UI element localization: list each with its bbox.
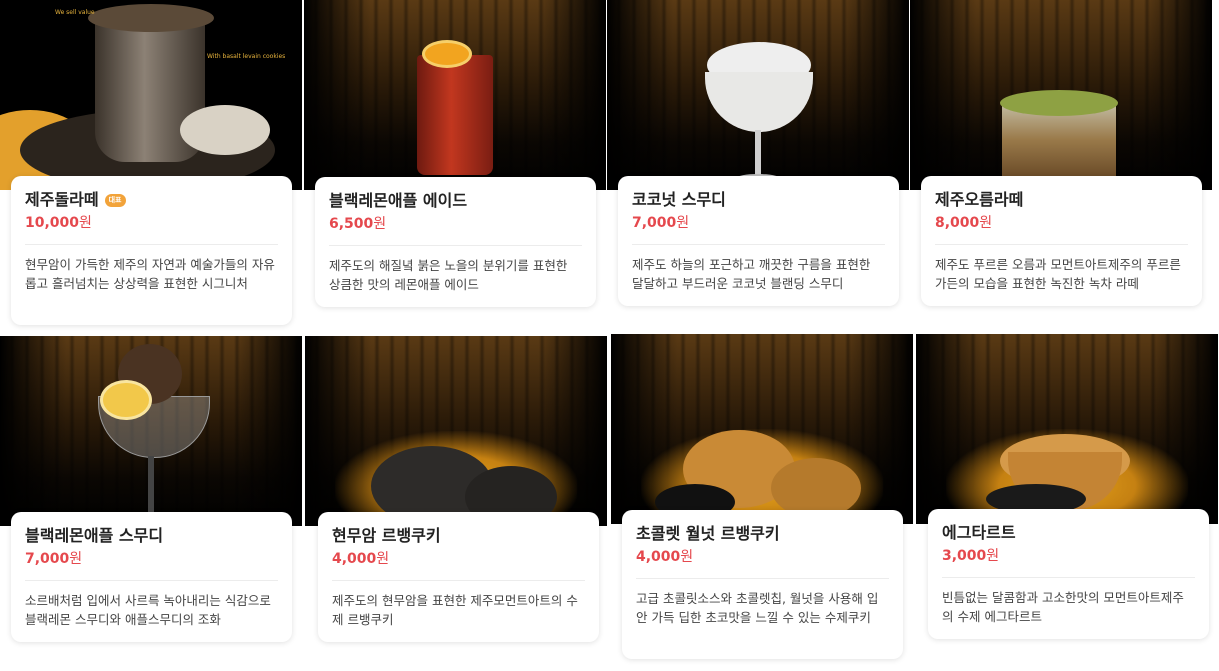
price-unit: 원 xyxy=(979,215,993,231)
chocolate-cookie-icon xyxy=(611,334,913,524)
price-value: 10,000 xyxy=(25,215,80,231)
product-description: 고급 초콜릿소스와 초콜렛칩, 월넛을 사용해 입안 가득 딥한 초코맛을 느낄… xyxy=(636,591,879,625)
divider xyxy=(332,580,585,581)
product-card-7[interactable]: 초콜렛 월넛 르뱅쿠키 4,000원 고급 초콜릿소스와 초콜렛칩, 월넛을 사… xyxy=(622,510,903,659)
product-card-5[interactable]: 블랙레몬애플 스무디 7,000원 소르배처럼 입에서 사르륵 녹아내리는 식감… xyxy=(11,512,292,642)
divider xyxy=(25,244,278,245)
divider xyxy=(632,244,885,245)
signature-badge: 대표 xyxy=(104,193,126,207)
price-unit: 원 xyxy=(79,215,92,231)
product-image-6[interactable] xyxy=(305,336,607,526)
product-name: 블랙레몬애플 스무디 xyxy=(25,526,164,545)
price-unit: 원 xyxy=(376,551,390,567)
product-description: 제주도 푸르른 오름과 모먼트아트제주의 푸르른 가든의 모습을 표현한 녹진한… xyxy=(935,257,1181,291)
price-unit: 원 xyxy=(676,215,690,231)
product-description: 빈틈없는 달콤함과 고소한맛의 모먼트아트제주의 수제 에그타르트 xyxy=(942,590,1184,624)
green-tea-latte-icon xyxy=(910,0,1212,190)
product-image-1[interactable]: We sell value With basalt levain cookies xyxy=(0,0,302,190)
price-value: 3,000 xyxy=(942,548,987,564)
stone-latte-icon xyxy=(0,0,302,190)
product-image-8[interactable] xyxy=(916,334,1218,524)
product-price: 4,000원 xyxy=(332,550,585,568)
product-name: 초콜렛 월넛 르뱅쿠키 xyxy=(636,524,780,543)
product-image-3[interactable] xyxy=(607,0,909,190)
product-name: 블랙레몬애플 에이드 xyxy=(329,191,468,210)
product-description: 제주도의 해질녘 붉은 노을의 분위기를 표현한 상큼한 맛의 레몬애플 에이드 xyxy=(329,258,568,292)
product-card-4[interactable]: 제주오름라떼 8,000원 제주도 푸르른 오름과 모먼트아트제주의 푸르른 가… xyxy=(921,176,1202,306)
price-unit: 원 xyxy=(69,551,83,567)
price-value: 6,500 xyxy=(329,216,374,232)
product-image-4[interactable] xyxy=(910,0,1212,190)
black-smoothie-icon xyxy=(0,336,302,526)
coconut-smoothie-icon xyxy=(607,0,909,190)
divider xyxy=(636,578,889,579)
product-image-2[interactable] xyxy=(304,0,606,190)
price-value: 4,000 xyxy=(332,551,377,567)
product-name: 에그타르트 xyxy=(942,523,1016,542)
product-description: 현무암이 가득한 제주의 자연과 예술가들의 자유롭고 흘러넘치는 상상력을 표… xyxy=(25,257,275,291)
product-card-6[interactable]: 현무암 르뱅쿠키 4,000원 제주도의 현무암을 표현한 제주모먼트아트의 수… xyxy=(318,512,599,642)
product-price: 7,000원 xyxy=(632,214,885,232)
product-price: 6,500원 xyxy=(329,215,582,233)
product-description: 제주도 하늘의 포근하고 깨끗한 구름을 표현한 달달하고 부드러운 코코넛 블… xyxy=(632,257,871,291)
product-name: 현무암 르뱅쿠키 xyxy=(332,526,441,545)
product-price: 7,000원 xyxy=(25,550,278,568)
product-price: 3,000원 xyxy=(942,547,1195,565)
product-image-7[interactable] xyxy=(611,334,913,524)
product-card-2[interactable]: 블랙레몬애플 에이드 6,500원 제주도의 해질녘 붉은 노을의 분위기를 표… xyxy=(315,177,596,307)
product-description: 소르배처럼 입에서 사르륵 녹아내리는 식감으로 블랙레몬 스무디와 애플스무디… xyxy=(25,593,271,627)
price-unit: 원 xyxy=(373,216,387,232)
basalt-cookie-icon xyxy=(305,336,607,526)
price-value: 8,000 xyxy=(935,215,980,231)
divider xyxy=(942,577,1195,578)
product-price: 10,000원 xyxy=(25,214,278,232)
product-card-8[interactable]: 에그타르트 3,000원 빈틈없는 달콤함과 고소한맛의 모먼트아트제주의 수제… xyxy=(928,509,1209,639)
price-value: 7,000 xyxy=(632,215,677,231)
product-card-3[interactable]: 코코넛 스무디 7,000원 제주도 하늘의 포근하고 깨끗한 구름을 표현한 … xyxy=(618,176,899,306)
banner-text-right: With basalt levain cookies xyxy=(207,53,286,60)
price-value: 7,000 xyxy=(25,551,70,567)
egg-tart-icon xyxy=(916,334,1218,524)
product-name: 코코넛 스무디 xyxy=(632,190,726,209)
price-value: 4,000 xyxy=(636,549,681,565)
banner-text-left: We sell value xyxy=(55,9,95,16)
product-description: 제주도의 현무암을 표현한 제주모먼트아트의 수제 르뱅쿠키 xyxy=(332,593,578,627)
ade-glass-icon xyxy=(304,0,606,190)
price-unit: 원 xyxy=(986,548,1000,564)
divider xyxy=(935,244,1188,245)
product-name: 제주오름라떼 xyxy=(935,190,1024,209)
product-name: 제주돌라떼 xyxy=(25,190,99,209)
product-price: 4,000원 xyxy=(636,548,889,566)
price-unit: 원 xyxy=(680,549,694,565)
divider xyxy=(25,580,278,581)
product-image-5[interactable] xyxy=(0,336,302,526)
product-price: 8,000원 xyxy=(935,214,1188,232)
divider xyxy=(329,245,582,246)
product-card-1[interactable]: 제주돌라떼 대표 10,000원 현무암이 가득한 제주의 자연과 예술가들의 … xyxy=(11,176,292,325)
